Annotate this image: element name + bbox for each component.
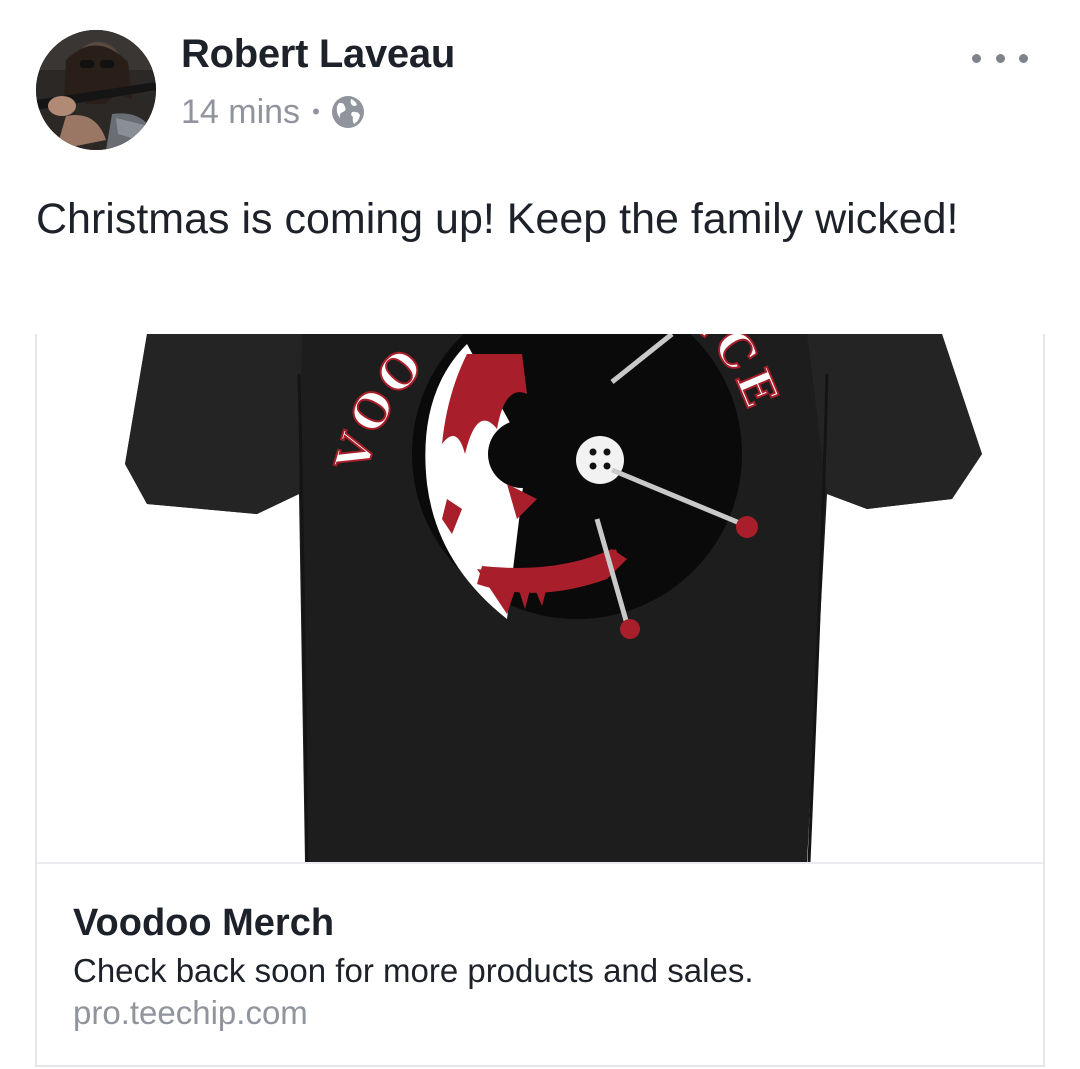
- link-preview-image[interactable]: VOO NCE: [37, 334, 1043, 862]
- link-preview-info[interactable]: Voodoo Merch Check back soon for more pr…: [37, 862, 1043, 1065]
- more-options-icon[interactable]: [972, 44, 1028, 72]
- more-dot: [1019, 53, 1028, 63]
- globe-icon: [330, 94, 366, 130]
- timestamp[interactable]: 14 mins: [181, 93, 300, 132]
- more-dot: [972, 53, 981, 63]
- link-description: Check back soon for more products and sa…: [73, 952, 754, 989]
- post-text: Christmas is coming up! Keep the family …: [36, 195, 959, 243]
- link-title[interactable]: Voodoo Merch: [73, 902, 334, 945]
- author-avatar[interactable]: [36, 30, 156, 150]
- tshirt-graphic: VOO NCE: [125, 334, 982, 862]
- link-domain: pro.teechip.com: [73, 994, 308, 1031]
- post-meta: 14 mins •: [181, 92, 366, 132]
- more-dot: [995, 53, 1005, 63]
- link-preview-card[interactable]: VOO NCE Voodoo Merch Check back soon for…: [35, 334, 1045, 1067]
- meta-separator: •: [312, 99, 320, 124]
- post-header: Robert Laveau 14 mins •: [0, 0, 1080, 170]
- author-name[interactable]: Robert Laveau: [181, 32, 455, 77]
